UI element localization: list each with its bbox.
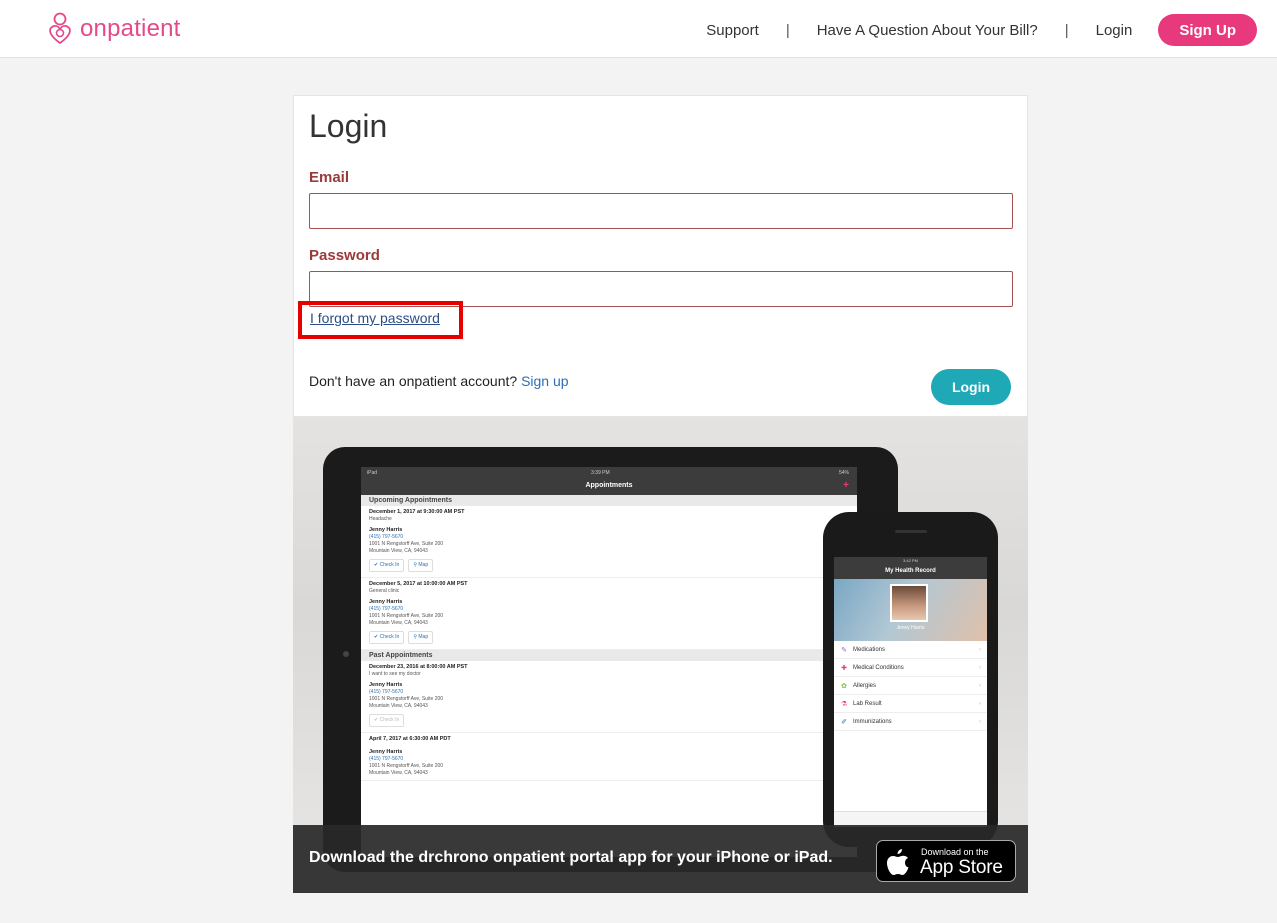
appt-reason: General clinic — [369, 588, 400, 594]
apple-icon — [887, 849, 909, 875]
appt-doctor: Jenny Harris — [369, 527, 403, 533]
app-store-button[interactable]: Download on the App Store — [876, 840, 1016, 882]
appt-city: Mountain View, CA, 94043 — [369, 770, 428, 776]
chevron-right-icon: › — [979, 700, 981, 707]
top-header: onpatient Support | Have A Question Abou… — [0, 0, 1277, 58]
check-in-button: ✔ Check In — [369, 559, 405, 572]
login-button[interactable]: Login — [931, 369, 1011, 405]
map-button: ⚲ Map — [408, 631, 434, 644]
top-nav: Support | Have A Question About Your Bil… — [706, 14, 1257, 46]
list-item: ✎ Medications › — [834, 641, 987, 659]
appt-date: December 1, 2017 at 9:30:00 AM PST — [369, 509, 465, 515]
logo-heart-icon — [49, 12, 71, 45]
appt-date: December 23, 2016 at 8:00:00 AM PST — [369, 664, 468, 670]
past-header: Past Appointments — [361, 650, 857, 661]
appt-address: 1001 N Rengstorff Ave, Suite 200 — [369, 541, 444, 547]
phone-speaker — [895, 530, 927, 533]
cross-icon: ✚ — [841, 664, 847, 672]
tablet-camera — [343, 651, 349, 657]
appt-phone: (415) 797-5670 — [369, 534, 404, 540]
appt-doctor: Jenny Harris — [369, 749, 403, 755]
nav-login-link[interactable]: Login — [1096, 22, 1133, 39]
email-label: Email — [309, 169, 350, 186]
appt-city: Mountain View, CA, 94043 — [369, 548, 428, 554]
map-button: ⚲ Map — [408, 559, 434, 572]
tablet-nav-bar: Appointments + — [361, 479, 857, 495]
plus-icon: + — [843, 480, 849, 491]
appt-doctor: Jenny Harris — [369, 599, 403, 605]
phone-nav-title: My Health Record — [834, 565, 987, 579]
phone-screen: 3:42 PM My Health Record Jenny Harris ✎ M… — [834, 557, 987, 827]
tablet-status-bar: iPad 3:39 PM 54% — [361, 467, 857, 479]
phone-patient-name: Jenny Harris — [896, 625, 925, 631]
nav-support-link[interactable]: Support — [706, 22, 759, 39]
email-field[interactable] — [309, 193, 1013, 229]
flask-icon: ⚗ — [840, 700, 848, 708]
forgot-password-link[interactable]: I forgot my password — [310, 310, 440, 326]
phone-hero: Jenny Harris — [834, 579, 987, 641]
appt-reason: Headache — [369, 516, 392, 522]
appt-city: Mountain View, CA, 94043 — [369, 620, 428, 626]
app-promo: iPad 3:39 PM 54% Appointments + Upcoming… — [293, 417, 1028, 893]
download-banner: Download the drchrono onpatient portal a… — [293, 825, 1028, 893]
nav-separator: | — [1064, 21, 1069, 39]
appt-date: April 7, 2017 at 6:30:00 AM PDT — [369, 736, 451, 742]
chevron-right-icon: › — [979, 646, 981, 653]
list-item: December 1, 2017 at 9:30:00 AM PST Heada… — [361, 506, 857, 578]
appt-doctor: Jenny Harris — [369, 682, 403, 688]
no-account-prompt: Don't have an onpatient account? Sign up — [309, 373, 569, 389]
tablet-nav-title: Appointments — [585, 482, 633, 489]
app-store-big-text: App Store — [920, 857, 1003, 878]
chevron-right-icon: › — [979, 682, 981, 689]
appt-phone: (415) 797-5670 — [369, 689, 404, 695]
onpatient-logo[interactable]: onpatient — [46, 12, 181, 46]
banner-text: Download the drchrono onpatient portal a… — [309, 849, 833, 866]
list-item: ✿ Allergies › — [834, 677, 987, 695]
appt-phone: (415) 797-5670 — [369, 756, 404, 762]
ipad-mockup: iPad 3:39 PM 54% Appointments + Upcoming… — [323, 447, 898, 872]
list-item: December 23, 2016 at 8:00:00 AM PST I wa… — [361, 661, 857, 733]
list-item: ✐ Immunizations › — [834, 713, 987, 731]
appt-date: December 5, 2017 at 10:00:00 AM PST — [369, 581, 468, 587]
tablet-status-left: iPad — [367, 470, 378, 476]
upcoming-header: Upcoming Appointments — [361, 495, 857, 506]
list-item: ⚗ Lab Result › — [834, 695, 987, 713]
appt-phone: (415) 797-5670 — [369, 606, 404, 612]
password-label: Password — [309, 247, 380, 264]
appt-city: Mountain View, CA, 94043 — [369, 703, 428, 709]
list-item: April 7, 2017 at 6:30:00 AM PDT Jenny Ha… — [361, 733, 857, 781]
tablet-battery: 54% — [838, 470, 849, 476]
syringe-icon: ✐ — [841, 718, 847, 726]
avatar — [890, 584, 928, 622]
signup-link[interactable]: Sign up — [521, 373, 568, 389]
appt-address: 1001 N Rengstorff Ave, Suite 200 — [369, 696, 444, 702]
iphone-mockup: 3:42 PM My Health Record Jenny Harris ✎ M… — [823, 512, 998, 847]
tablet-screen: iPad 3:39 PM 54% Appointments + Upcoming… — [361, 467, 857, 857]
login-card: Login Email Password I forgot my passwor… — [293, 95, 1028, 417]
allergy-icon: ✿ — [841, 682, 847, 690]
nav-bill-question-link[interactable]: Have A Question About Your Bill? — [817, 22, 1038, 39]
pill-icon: ✎ — [841, 646, 847, 654]
app-store-small-text: Download on the — [921, 847, 989, 857]
tablet-time: 3:39 PM — [591, 470, 610, 476]
appt-address: 1001 N Rengstorff Ave, Suite 200 — [369, 613, 444, 619]
appt-address: 1001 N Rengstorff Ave, Suite 200 — [369, 763, 444, 769]
list-item: ✚ Medical Conditions › — [834, 659, 987, 677]
list-item: December 5, 2017 at 10:00:00 AM PST Gene… — [361, 578, 857, 650]
nav-signup-button[interactable]: Sign Up — [1158, 14, 1257, 46]
chevron-right-icon: › — [979, 664, 981, 671]
check-in-button: ✔ Check In — [369, 631, 405, 644]
logo-text: onpatient — [80, 15, 181, 42]
page-title: Login — [309, 108, 388, 144]
no-account-text: Don't have an onpatient account? — [309, 373, 518, 389]
chevron-right-icon: › — [979, 718, 981, 725]
phone-status-bar: 3:42 PM — [834, 557, 987, 565]
check-in-button: ✔ Check In — [369, 714, 405, 727]
nav-separator: | — [785, 21, 790, 39]
appt-reason: I want to see my doctor — [369, 671, 421, 677]
